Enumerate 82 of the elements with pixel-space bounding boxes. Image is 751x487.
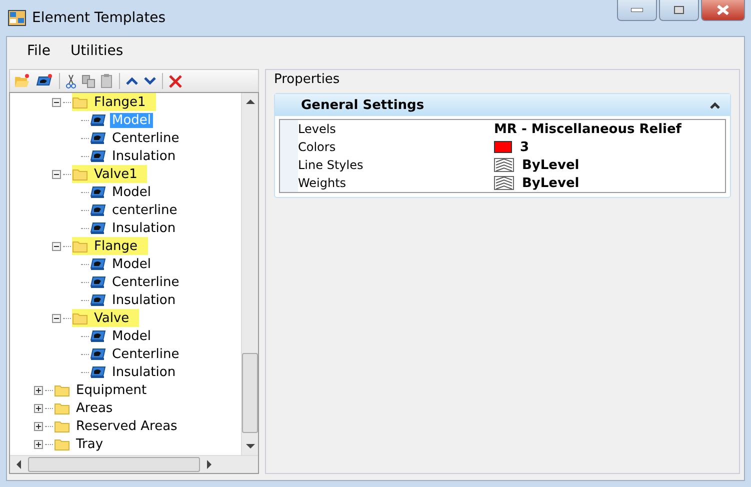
folder-icon	[72, 96, 88, 108]
expand-toggle[interactable]	[34, 404, 45, 412]
collapse-toggle[interactable]	[52, 98, 63, 106]
window-title: Element Templates	[32, 10, 166, 26]
line-style-icon	[494, 158, 514, 172]
cut-icon[interactable]	[66, 74, 76, 88]
collapse-toggle[interactable]	[52, 242, 63, 250]
menu-item[interactable]: Utilities	[70, 43, 124, 59]
scroll-down-icon[interactable]	[246, 443, 254, 449]
collapse-toggle[interactable]	[52, 170, 63, 178]
move-up-icon[interactable]	[126, 77, 138, 85]
minimize-icon	[631, 8, 643, 12]
template-icon	[90, 366, 107, 378]
folder-icon	[54, 438, 70, 450]
scroll-thumb[interactable]	[242, 353, 258, 433]
template-icon	[90, 294, 107, 306]
template-icon	[90, 348, 107, 360]
scroll-up-icon[interactable]	[246, 99, 254, 105]
collapse-toggle[interactable]	[52, 314, 63, 322]
folder-icon	[72, 240, 88, 252]
property-value[interactable]: MR - Miscellaneous Relief	[494, 122, 682, 136]
open-folder-icon[interactable]	[14, 74, 30, 88]
template-icon	[90, 222, 107, 234]
property-value[interactable]: ByLevel	[522, 158, 580, 172]
section-header[interactable]: General Settings	[275, 94, 730, 116]
property-name: Weights	[298, 175, 348, 192]
close-icon	[717, 5, 729, 15]
template-icon	[90, 150, 107, 162]
template-icon[interactable]	[36, 74, 53, 88]
tree-item[interactable]: Reserved Areas	[74, 418, 180, 434]
tree-item[interactable]: Centerline	[110, 346, 182, 362]
tree-item[interactable]: Centerline	[110, 130, 182, 146]
expand-toggle[interactable]	[34, 422, 45, 430]
tree-item[interactable]: Insulation	[110, 148, 178, 164]
tree-item[interactable]: Model	[110, 256, 154, 272]
menu-item[interactable]: File	[27, 43, 50, 59]
tree-item[interactable]: centerline	[110, 202, 180, 218]
folder-icon	[54, 402, 70, 414]
paste-icon[interactable]	[101, 74, 113, 88]
tree-item[interactable]: Areas	[74, 400, 115, 416]
template-icon	[90, 186, 107, 198]
property-value[interactable]: 3	[520, 140, 530, 154]
tree-item[interactable]: Model	[110, 184, 154, 200]
copy-icon[interactable]	[82, 74, 95, 88]
template-icon	[90, 132, 107, 144]
folder-icon	[72, 168, 88, 180]
scroll-left-icon[interactable]	[16, 460, 22, 469]
tree-item[interactable]: Centerline	[110, 274, 182, 290]
template-icon	[90, 276, 107, 288]
move-down-icon[interactable]	[144, 77, 156, 85]
tree-item[interactable]: Insulation	[110, 292, 178, 308]
folder-icon	[72, 312, 88, 324]
app-icon	[8, 10, 26, 26]
tree-item[interactable]: Equipment	[74, 382, 149, 398]
vertical-scrollbar[interactable]	[241, 93, 258, 455]
scroll-thumb[interactable]	[28, 457, 200, 472]
template-icon	[90, 114, 107, 126]
folder-icon	[54, 420, 70, 432]
property-name: Colors	[298, 139, 337, 156]
template-icon	[90, 330, 107, 342]
panel-title: Properties	[274, 72, 341, 87]
horizontal-scrollbar[interactable]	[10, 455, 258, 473]
maximize-icon	[674, 6, 684, 14]
tree-item[interactable]: Tray	[74, 436, 106, 452]
close-button[interactable]	[701, 0, 745, 21]
collapse-icon[interactable]	[710, 102, 720, 108]
tree-item[interactable]: Model	[110, 328, 154, 344]
folder-icon	[54, 384, 70, 396]
property-name: Levels	[298, 121, 337, 138]
template-icon	[90, 204, 107, 216]
template-icon	[90, 258, 107, 270]
property-value[interactable]: ByLevel	[522, 176, 580, 190]
line-style-icon	[494, 176, 514, 190]
scroll-right-icon[interactable]	[206, 460, 212, 469]
minimize-button[interactable]	[617, 0, 657, 21]
expand-toggle[interactable]	[34, 440, 45, 448]
tree-item[interactable]: Insulation	[110, 220, 178, 236]
maximize-button[interactable]	[659, 0, 699, 21]
delete-icon[interactable]	[169, 74, 182, 88]
expand-toggle[interactable]	[34, 386, 45, 394]
property-name: Line Styles	[298, 157, 364, 174]
tree-item[interactable]: Insulation	[110, 364, 178, 380]
